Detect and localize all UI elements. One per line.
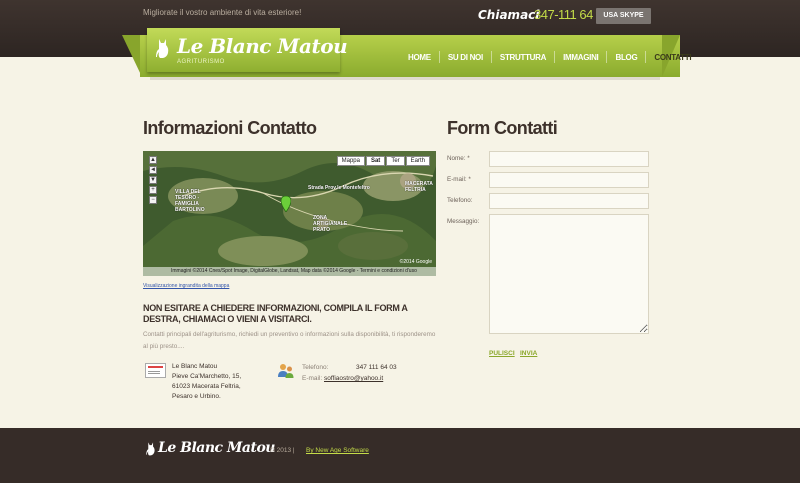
form-heading: Form Contatti [447, 118, 558, 138]
name-input[interactable] [489, 151, 649, 167]
map-label: VILLA DEL TESORO - FAMIGLIA BARTOLINO [175, 189, 205, 213]
map-zoom-out[interactable]: − [149, 196, 157, 204]
submit-button[interactable]: INVIA [520, 350, 537, 357]
google-map[interactable]: VILLA DEL TESORO - FAMIGLIA BARTOLINO St… [143, 151, 436, 276]
main-nav: HOME SU DI NOI STRUTTURA IMMAGINI BLOG C… [408, 51, 692, 63]
nav-shadow [150, 77, 660, 80]
map-label: Strada Prov.le Montefeltro [308, 185, 370, 191]
intro-text: Contatti principali dell'agriturismo, ri… [143, 331, 436, 350]
logo-title: Le Blanc Matou [177, 34, 348, 58]
nav-separator [490, 51, 492, 63]
nav-home[interactable]: HOME [408, 53, 431, 62]
map-zoom-controls: ▲ ◄ ▼ + − [149, 156, 157, 206]
footer-logo[interactable]: Le Blanc Matou [158, 440, 275, 456]
call-label: Chiamaci [478, 8, 540, 22]
map-type-ter[interactable]: Ter [386, 156, 405, 166]
phone-field-label: Telefono: [447, 197, 473, 204]
nav-separator [645, 51, 647, 63]
cat-logo-icon [156, 39, 169, 58]
address-line: 61023 Macerata Feltria, [172, 383, 241, 390]
skype-button[interactable]: USA SKYPE [596, 8, 651, 24]
footer [0, 428, 800, 483]
map-type-sat[interactable]: Sat [365, 156, 386, 166]
map-pan-down[interactable]: ▼ [149, 176, 157, 184]
nav-separator [438, 51, 440, 63]
nav-struttura[interactable]: STRUTTURA [500, 53, 546, 62]
address-line: Pesaro e Urbino. [172, 393, 221, 400]
site-logo[interactable]: Le Blanc Matou AGRITURISMO [147, 28, 348, 72]
site-tagline: Migliorate il vostro ambiente di vita es… [143, 8, 302, 17]
address-card-icon [145, 363, 166, 378]
satellite-imagery [143, 151, 436, 276]
email-label: E-mail: [302, 375, 323, 382]
phone-input[interactable] [489, 193, 649, 209]
message-textarea[interactable] [489, 214, 649, 334]
map-label: ZONA ARTIGIANALE PRATO [313, 215, 348, 233]
map-marker-icon[interactable] [281, 196, 291, 212]
address-line: Le Blanc Matou [172, 363, 218, 370]
nav-immagini[interactable]: IMMAGINI [563, 53, 599, 62]
nav-blog[interactable]: BLOG [615, 53, 637, 62]
nav-su-di-noi[interactable]: SU DI NOI [448, 53, 483, 62]
map-type-switcher: Mappa Sat Ter Earth [336, 156, 430, 166]
map-pan-up[interactable]: ▲ [149, 156, 157, 164]
footer-logo-text: Le Blanc Matou [158, 440, 275, 456]
enlarge-map-link[interactable]: Visualizzazione ingrandita della mappa [143, 283, 229, 289]
phone-label: Telefono: [302, 364, 329, 371]
email-label: E-mail: * [447, 176, 471, 183]
cta-heading: NON ESITARE A CHIEDERE INFORMAZIONI, COM… [143, 303, 408, 324]
phone-value: 347 111 64 03 [356, 364, 397, 371]
contact-info-heading: Informazioni Contatto [143, 118, 317, 138]
contact-details: Telefono: 347 111 64 03 E-mail: soffiaos… [302, 362, 397, 384]
email-input[interactable] [489, 172, 649, 188]
people-icon [278, 364, 294, 378]
footer-copyright: © 2013 | [270, 447, 295, 454]
logo-subtitle: AGRITURISMO [177, 59, 225, 65]
nav-separator [606, 51, 608, 63]
footer-cat-icon [146, 442, 155, 456]
map-type-mappa[interactable]: Mappa [336, 156, 365, 166]
footer-credit-link[interactable]: By New Age Software [306, 447, 369, 454]
address-line: Pieve Ca'Marchetto, 15, [172, 373, 242, 380]
clear-button[interactable]: PULISCI [489, 350, 515, 357]
nav-ribbon-left [122, 35, 142, 77]
map-type-earth[interactable]: Earth [405, 156, 430, 166]
map-label: MACERATA FELTRIA [405, 181, 433, 193]
map-attribution: Immagini ©2014 Cnes/Spot Image, DigitalG… [143, 267, 436, 276]
map-zoom-in[interactable]: + [149, 186, 157, 194]
name-label: Nome: * [447, 155, 470, 162]
nav-separator [554, 51, 556, 63]
email-link[interactable]: soffiaostro@yahoo.it [324, 373, 383, 384]
address-block: Le Blanc Matou Pieve Ca'Marchetto, 15, 6… [172, 362, 241, 402]
nav-contatti[interactable]: CONTATTI [654, 53, 691, 62]
map-watermark: ©2014 Google [399, 259, 432, 265]
map-pan-left[interactable]: ◄ [149, 166, 157, 174]
message-label: Messaggio: [447, 218, 480, 225]
